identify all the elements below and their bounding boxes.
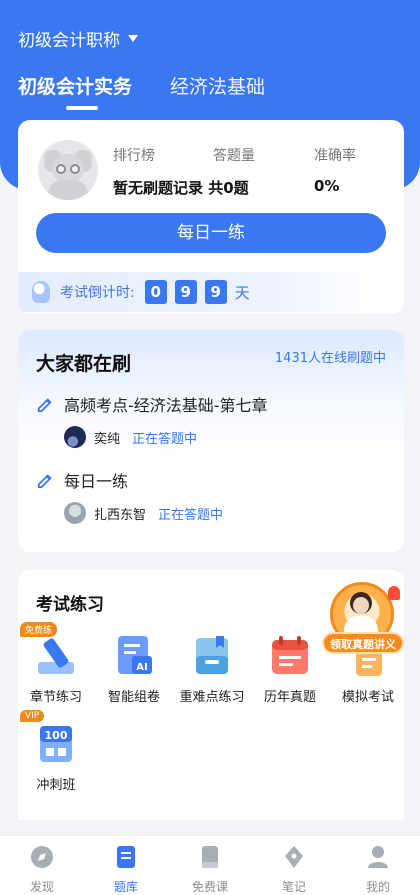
free-handout-promo[interactable]: 领取真题讲义 [322, 582, 412, 666]
book-icon [202, 846, 218, 868]
nav-label: 发现 [29, 880, 54, 894]
countdown-digit: 9 [174, 280, 197, 304]
bell-icon [388, 586, 400, 600]
nav-discover[interactable]: 发现 [0, 836, 84, 895]
questions-label: 答题量 [213, 148, 255, 164]
activity-title: 高频考点-经济法基础-第七章 [64, 396, 268, 415]
presenter-face [353, 597, 369, 614]
tool-label: 模拟考试 [341, 690, 394, 705]
user-avatar [64, 502, 86, 524]
svg-text:100: 100 [45, 729, 68, 742]
pencil-icon [37, 398, 52, 413]
certificate-selector[interactable]: 初级会计职称 [18, 26, 138, 51]
calendar-icon [266, 632, 314, 680]
exam-countdown: 考试倒计时: 0 9 9 天 [18, 272, 380, 312]
ranking-value-text: 暂无刷题记录 [113, 179, 204, 197]
nav-question-bank[interactable]: 题库 [84, 836, 168, 895]
svg-text:AI: AI [136, 662, 147, 673]
vip-badge: VIP [20, 710, 45, 722]
accuracy-stat: 准确率 0% [314, 145, 356, 195]
question-bank-icon [117, 846, 135, 868]
pen-nib-icon [285, 846, 303, 868]
avatar[interactable] [38, 140, 98, 200]
sprint-class-button[interactable]: 100 VIP 冲刺班 [18, 710, 94, 793]
profile-icon [368, 846, 388, 868]
user-name: 扎西东智 [94, 507, 147, 523]
tool-label: 重难点练习 [179, 690, 245, 705]
nav-notes[interactable]: 笔记 [252, 836, 336, 895]
pencil-ruler-icon: 免费练 [20, 622, 80, 680]
inbox-tray-icon [188, 632, 236, 680]
tool-label: 冲刺班 [36, 778, 76, 793]
compass-icon [31, 846, 53, 868]
tool-label: 历年真题 [263, 690, 316, 705]
countdown-label: 考试倒计时: [60, 285, 135, 301]
online-count: 1431人在线刷题中 [274, 351, 386, 366]
tab-accounting-practice[interactable]: 初级会计实务 [18, 72, 132, 110]
avatar-eye [70, 164, 80, 174]
questions-total: 共0题 [208, 179, 249, 197]
everyone-practicing-card: 大家都在刷 1431人在线刷题中 高频考点-经济法基础-第七章 奕纯 正在答题中… [18, 330, 404, 552]
nav-free-course[interactable]: 免费课 [168, 836, 252, 895]
stats-card: 排行榜 暂无刷题记录 共0题 答题量 准确率 0% 每日一练 考试倒计时: 0 … [18, 120, 404, 314]
bottom-nav: 发现 题库 免费课 笔记 我的 [0, 835, 420, 895]
ranking-value: 暂无刷题记录 共0题 [113, 177, 249, 198]
ai-document-icon: AI [110, 632, 158, 680]
accuracy-label: 准确率 [314, 148, 356, 164]
pencil-icon [37, 474, 52, 489]
nav-label: 题库 [113, 880, 138, 894]
accuracy-value: 0% [314, 177, 340, 195]
countdown-unit: 天 [234, 283, 250, 302]
tool-label: 章节练习 [29, 690, 82, 705]
nav-label: 免费课 [191, 880, 228, 894]
countdown-digit: 9 [204, 280, 227, 304]
avatar-body [48, 180, 88, 200]
activity-item[interactable]: 每日一练 扎西东智 正在答题中 [36, 468, 223, 524]
nav-label: 笔记 [281, 880, 306, 894]
subject-tabs: 初级会计实务 经济法基础 [18, 72, 265, 110]
user-avatar [64, 426, 86, 448]
chapter-practice-button[interactable]: 免费练 章节练习 [18, 622, 94, 705]
nav-label: 我的 [365, 880, 390, 894]
user-status: 正在答题中 [132, 431, 198, 447]
score-100-icon: 100 VIP [20, 710, 80, 768]
key-points-button[interactable]: 重难点练习 [174, 632, 250, 705]
countdown-digit: 0 [144, 280, 167, 304]
activity-item[interactable]: 高频考点-经济法基础-第七章 奕纯 正在答题中 [36, 392, 268, 448]
avatar-eye [56, 164, 66, 174]
section-title: 大家都在刷 [36, 353, 132, 375]
tab-economic-law[interactable]: 经济法基础 [170, 72, 265, 99]
lightbulb-icon [32, 281, 50, 303]
nav-profile[interactable]: 我的 [336, 836, 420, 895]
tool-label: 智能组卷 [107, 690, 160, 705]
user-status: 正在答题中 [158, 507, 224, 523]
free-badge: 免费练 [20, 622, 58, 637]
questions-stat: 答题量 [213, 145, 255, 165]
smart-paper-button[interactable]: AI 智能组卷 [96, 632, 172, 705]
promo-label: 领取真题讲义 [322, 632, 404, 654]
section-title: 考试练习 [36, 595, 104, 615]
past-exams-button[interactable]: 历年真题 [252, 632, 328, 705]
caret-down-icon [128, 35, 138, 42]
activity-title: 每日一练 [64, 472, 129, 491]
daily-practice-button[interactable]: 每日一练 [36, 213, 386, 253]
certificate-label: 初级会计职称 [18, 31, 120, 51]
user-name: 奕纯 [94, 431, 121, 447]
